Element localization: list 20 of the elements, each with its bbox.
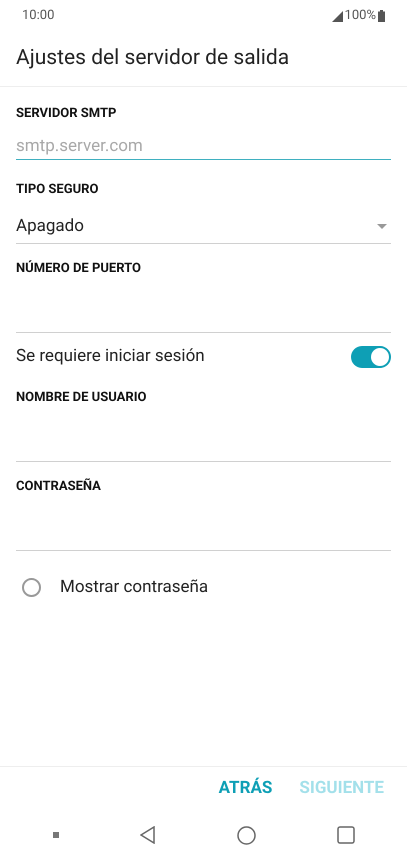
home-icon[interactable] <box>236 826 256 844</box>
radio-button[interactable] <box>22 578 41 598</box>
recents-icon[interactable] <box>336 826 354 844</box>
input-field[interactable]: smtp.server.com <box>16 132 391 160</box>
back-icon[interactable] <box>140 826 156 844</box>
battery-level: 100% <box>344 7 376 26</box>
dropdown-caret-icon <box>377 224 387 229</box>
field-label: SERVIDOR SMTP <box>16 105 118 123</box>
show-password-option[interactable]: Mostrar contraseña <box>22 575 208 600</box>
field-label: CONTRASEÑA <box>16 477 102 496</box>
battery-icon <box>378 10 385 22</box>
signal-icon <box>332 10 343 22</box>
field-label: NÚMERO DE PUERTO <box>16 259 142 278</box>
field-label: NOMBRE DE USUARIO <box>16 389 148 407</box>
page-title: Ajustes del servidor de salida <box>16 45 290 72</box>
status-time: 10:00 <box>22 7 54 26</box>
field-label: TIPO SEGURO <box>16 181 100 199</box>
dropdown[interactable]: Apagado <box>16 210 391 244</box>
switch-label: Se requiere iniciar sesión <box>16 345 205 368</box>
toggle-switch[interactable] <box>351 346 391 368</box>
